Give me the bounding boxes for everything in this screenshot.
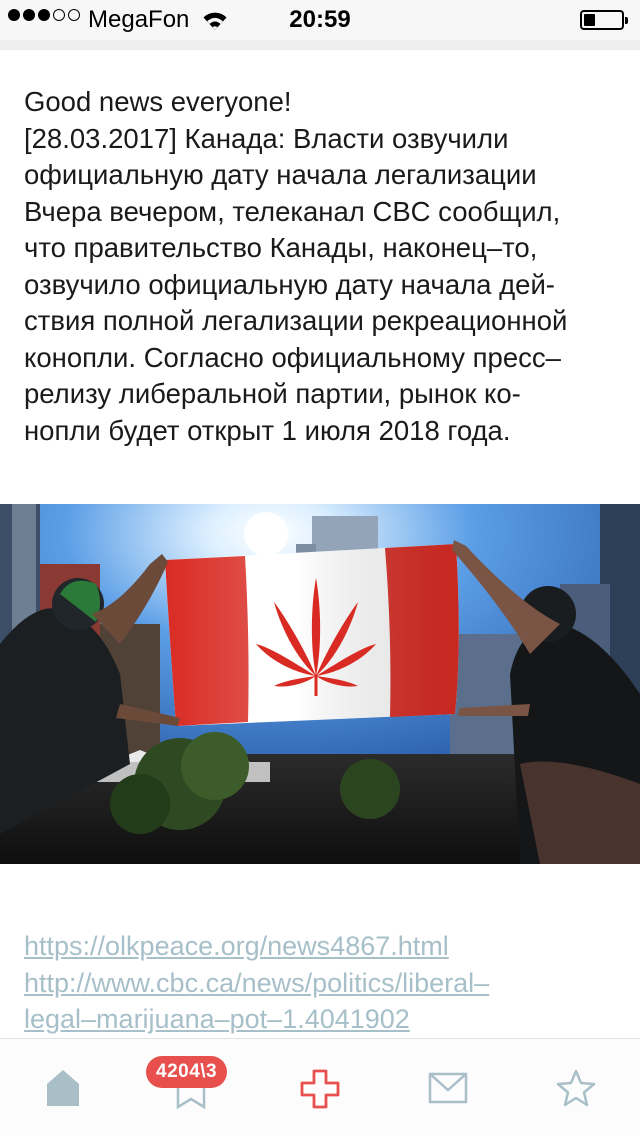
screen: MegaFon 20:59 Good news everyone! [28.03… <box>0 0 640 1136</box>
post-text-line: конопли. Согласно официальному пресс– <box>24 341 561 373</box>
star-icon <box>556 1069 596 1107</box>
post-text-line: [28.03.2017] Канада: Власти озвучили <box>24 122 509 154</box>
add-cross-icon <box>300 1069 340 1109</box>
tab-bar <box>0 1038 640 1136</box>
source-link[interactable]: http://www.cbc.ca/news/politics/liberal– <box>24 965 624 1002</box>
tab-messages[interactable] <box>384 1039 512 1136</box>
source-link[interactable]: https://olkpeace.org/news4867.html <box>24 928 624 965</box>
post-text-line: релизу либеральной партии, рынок ко- <box>24 378 521 409</box>
post-text-line: Good news everyone! <box>24 86 292 117</box>
post-text-line: официальную дату начала легализации <box>24 159 537 190</box>
tab-home[interactable] <box>0 1039 128 1136</box>
source-link-continuation[interactable]: legal–marijuana–pot–1.4041902 <box>24 1001 624 1038</box>
home-icon <box>47 1070 79 1106</box>
post-text-line: что правительство Канады, наконец–то, <box>24 232 538 263</box>
post-text: Good news everyone! [28.03.2017] Канада:… <box>24 84 624 449</box>
post-text-line: ствия полной легализации рекреационной <box>24 305 568 336</box>
notification-badge: 4204\3 <box>146 1056 228 1088</box>
post-photo[interactable] <box>0 504 640 864</box>
clock: 20:59 <box>289 6 351 33</box>
header-divider <box>0 40 640 50</box>
post-links: https://olkpeace.org/news4867.html http:… <box>24 928 624 1038</box>
status-bar: MegaFon 20:59 <box>0 0 640 40</box>
post-text-line: нопли будет открыт 1 июля 2018 года. <box>24 414 511 446</box>
cannabis-leaf-flag-photo <box>0 504 640 864</box>
battery-icon <box>580 10 628 30</box>
post-text-line: Вчера вечером, телеканал CBC сообщил, <box>24 195 561 227</box>
post-text-line: озвучило официальную дату начала дей- <box>24 268 555 300</box>
tab-favorites[interactable] <box>512 1039 640 1136</box>
mail-icon <box>428 1072 468 1104</box>
tab-add[interactable] <box>256 1039 384 1136</box>
